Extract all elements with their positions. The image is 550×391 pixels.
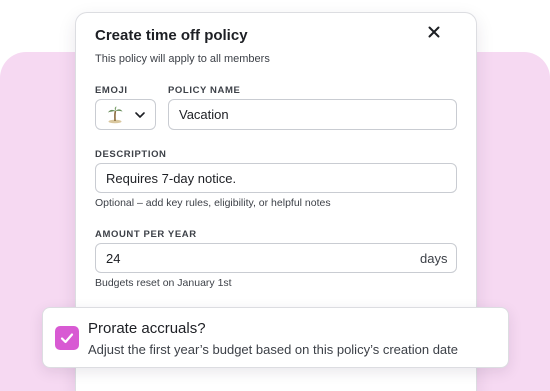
emoji-select[interactable]: [95, 99, 156, 130]
modal-subtitle: This policy will apply to all members: [95, 53, 270, 65]
policy-name-label: POLICY NAME: [168, 85, 241, 96]
chevron-down-icon: [135, 112, 145, 118]
prorate-accruals-option[interactable]: Prorate accruals? Adjust the first year’…: [42, 307, 509, 368]
description-label: DESCRIPTION: [95, 149, 167, 160]
close-button[interactable]: [424, 22, 444, 42]
prorate-title: Prorate accruals?: [88, 320, 206, 337]
amount-input[interactable]: [95, 243, 457, 273]
checkmark-icon: [60, 333, 74, 344]
policy-name-input[interactable]: [168, 99, 457, 130]
close-icon: [428, 26, 440, 38]
description-input[interactable]: [95, 163, 457, 193]
prorate-description: Adjust the first year’s budget based on …: [88, 342, 458, 357]
amount-label: AMOUNT PER YEAR: [95, 229, 197, 240]
palm-tree-icon: [108, 106, 123, 124]
prorate-checkbox[interactable]: [55, 326, 79, 350]
emoji-label: EMOJI: [95, 85, 128, 96]
modal-title: Create time off policy: [95, 27, 248, 44]
amount-helper: Budgets reset on January 1st: [95, 277, 232, 289]
description-helper: Optional – add key rules, eligibility, o…: [95, 197, 331, 209]
amount-unit: days: [420, 251, 448, 266]
